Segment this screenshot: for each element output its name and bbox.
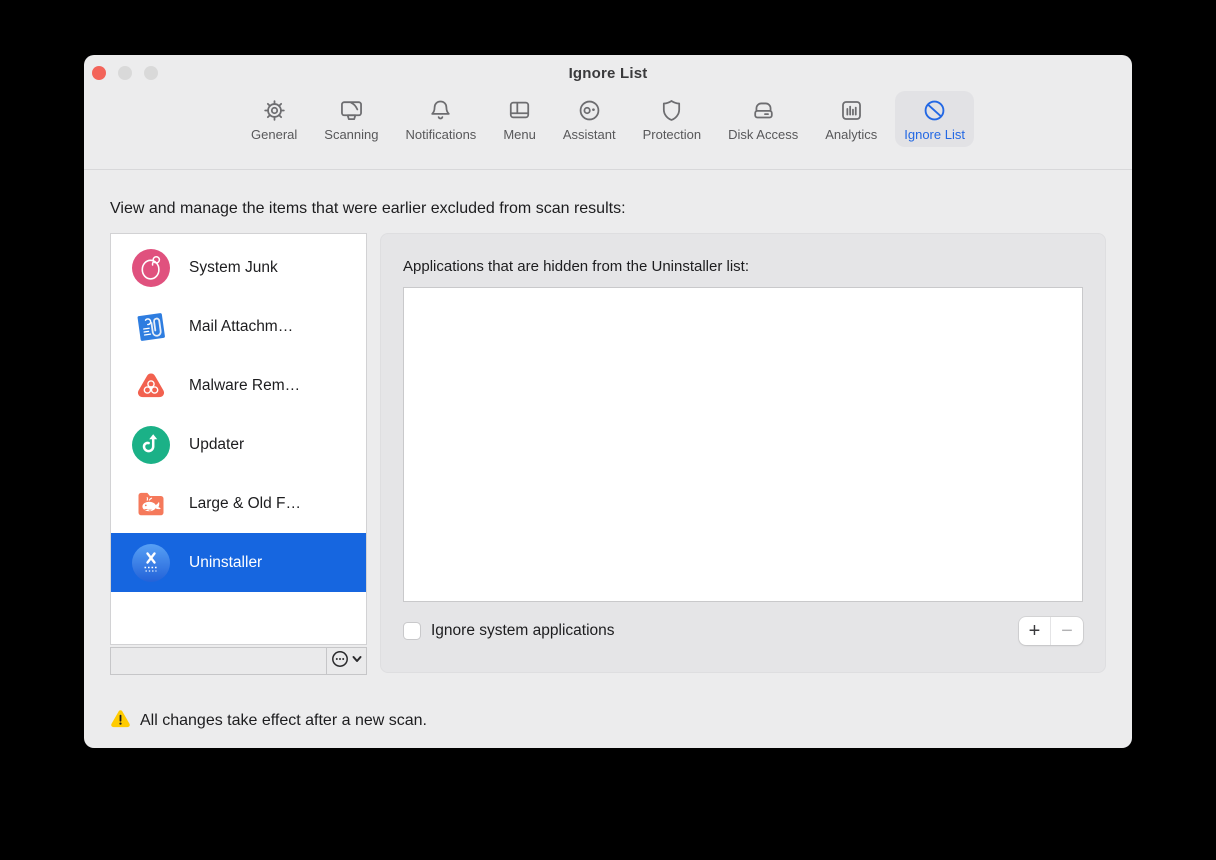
toolbar-tab-menu[interactable]: Menu <box>494 91 545 147</box>
toolbar-tab-label: Ignore List <box>904 127 965 142</box>
toolbar-tab-label: Protection <box>642 127 702 142</box>
titlebar: Ignore List General Scanning Notificatio… <box>84 55 1132 170</box>
toolbar-tab-label: Assistant <box>562 127 616 142</box>
ignore-list-panel: Applications that are hidden from the Un… <box>380 233 1106 673</box>
toolbar-tab-label: Notifications <box>405 127 477 142</box>
toolbar-tab-label: Scanning <box>324 127 379 142</box>
chevron-down-icon <box>351 652 363 670</box>
sidebar-item-label: System Junk <box>189 258 278 276</box>
uninstaller-icon <box>132 543 170 582</box>
sidebar-filter-row <box>110 647 367 675</box>
add-button[interactable]: + <box>1019 617 1051 645</box>
prohibition-icon <box>921 97 948 124</box>
large-old-files-icon <box>132 485 170 523</box>
sidebar-item-label: Malware Rem… <box>189 376 301 394</box>
filter-options-button[interactable] <box>326 647 367 675</box>
warning-icon <box>110 708 131 734</box>
toolbar-tab-analytics[interactable]: Analytics <box>816 91 886 147</box>
remove-button[interactable]: − <box>1051 617 1083 645</box>
sidebar-item-updater[interactable]: Updater <box>111 415 366 474</box>
sidebar-item-large-old-files[interactable]: Large & Old F… <box>111 474 366 533</box>
malware-removal-icon <box>132 367 170 405</box>
face-icon <box>576 97 603 124</box>
toolbar-tab-disk-access[interactable]: Disk Access <box>719 91 807 147</box>
toolbar-tab-label: General <box>251 127 298 142</box>
footer-note: All changes take effect after a new scan… <box>110 708 1106 734</box>
warning-text: All changes take effect after a new scan… <box>140 712 427 729</box>
module-sidebar: System Junk Mail Attachm… Malware Rem… U… <box>110 233 367 675</box>
toolbar-tab-general[interactable]: General <box>242 91 306 147</box>
bar-chart-icon <box>838 97 865 124</box>
instruction-text: View and manage the items that were earl… <box>110 200 626 217</box>
shield-icon <box>658 97 685 124</box>
toolbar-tab-notifications[interactable]: Notifications <box>397 91 486 147</box>
drive-icon <box>750 97 777 124</box>
checkbox-label: Ignore system applications <box>431 622 615 639</box>
toolbar-tab-label: Menu <box>503 127 536 142</box>
module-list: System Junk Mail Attachm… Malware Rem… U… <box>110 233 367 645</box>
toolbar-tab-assistant[interactable]: Assistant <box>554 91 625 147</box>
toolbar-tab-ignore-list[interactable]: Ignore List <box>895 91 974 147</box>
panel-header: Applications that are hidden from the Un… <box>403 258 750 275</box>
gear-icon <box>261 97 288 124</box>
sidebar-item-mail-attachments[interactable]: Mail Attachm… <box>111 297 366 356</box>
ignore-system-apps-checkbox[interactable] <box>403 622 421 640</box>
sidebar-item-system-junk[interactable]: System Junk <box>111 238 366 297</box>
hidden-applications-listbox[interactable] <box>403 287 1083 602</box>
sidebar-item-label: Uninstaller <box>189 553 263 571</box>
sidebar-item-malware-removal[interactable]: Malware Rem… <box>111 356 366 415</box>
sidebar-item-label: Updater <box>189 435 245 453</box>
bell-icon <box>427 97 454 124</box>
toolbar: General Scanning Notifications Menu Assi… <box>84 91 1132 147</box>
window-title: Ignore List <box>568 65 648 82</box>
toolbar-tab-scanning[interactable]: Scanning <box>315 91 387 147</box>
main-content: View and manage the items that were earl… <box>84 200 1132 734</box>
toolbar-tab-protection[interactable]: Protection <box>634 91 711 147</box>
mail-attachments-icon <box>132 308 170 346</box>
preferences-window: Ignore List General Scanning Notificatio… <box>84 55 1132 748</box>
updater-icon <box>132 425 170 464</box>
toolbar-tab-label: Analytics <box>825 127 878 142</box>
system-junk-icon <box>132 248 170 287</box>
add-remove-group: + − <box>1019 617 1083 645</box>
sidebar-item-uninstaller[interactable]: Uninstaller <box>111 533 366 592</box>
toolbar-tab-label: Disk Access <box>728 127 799 142</box>
display-icon <box>338 97 365 124</box>
sidebar-item-label: Large & Old F… <box>189 494 301 512</box>
circled-ellipsis-icon <box>331 650 349 673</box>
window-panes-icon <box>506 97 533 124</box>
sidebar-item-label: Mail Attachm… <box>189 317 294 335</box>
filter-input[interactable] <box>110 647 326 675</box>
